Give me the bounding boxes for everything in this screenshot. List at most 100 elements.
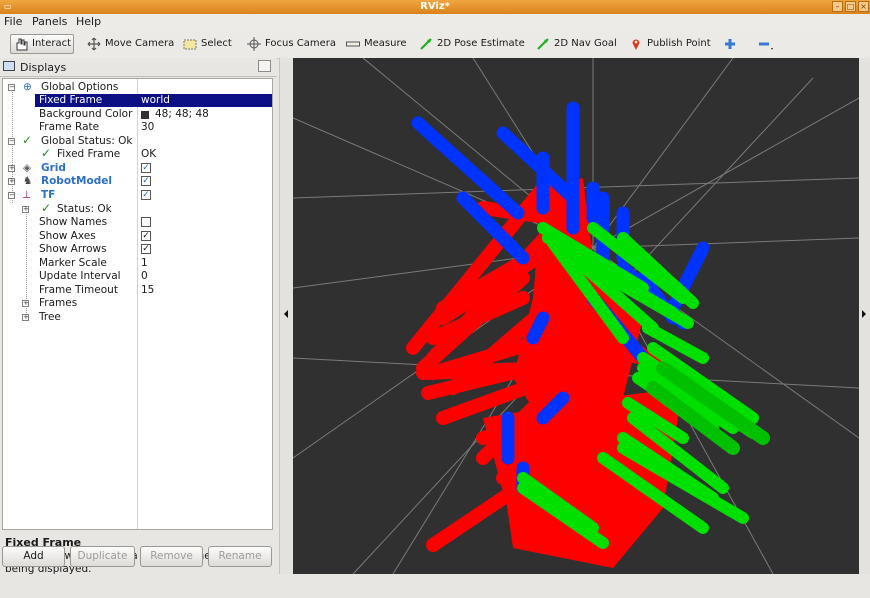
tool-select[interactable]: Select xyxy=(180,34,235,54)
row-name: Grid xyxy=(41,162,66,174)
menu-bar: File Panels Help xyxy=(0,14,870,30)
row-name: RobotModel xyxy=(41,175,112,187)
collapse-left-arrow-icon[interactable] xyxy=(284,310,288,318)
tool-label: Select xyxy=(201,38,232,49)
tool-publish-point[interactable]: Publish Point xyxy=(626,34,714,54)
tool-label: Focus Camera xyxy=(265,38,336,49)
update-interval-value[interactable]: 0 xyxy=(141,270,148,283)
remove-button[interactable]: Remove xyxy=(140,546,203,567)
expand-toggle[interactable]: + xyxy=(8,165,15,172)
tf-enabled-checkbox[interactable]: ✓ xyxy=(141,190,151,200)
tree-row-fixed-frame-status[interactable]: ✓ Fixed Frame OK xyxy=(3,146,272,161)
add-button[interactable]: Add xyxy=(2,546,65,567)
remove-tool-button[interactable] xyxy=(754,34,774,54)
tree-row-show-names[interactable]: Show Names xyxy=(3,216,272,229)
expand-toggle[interactable]: + xyxy=(22,300,29,307)
tool-label: 2D Pose Estimate xyxy=(437,38,525,49)
displays-panel-header: Displays xyxy=(0,58,277,77)
collapse-toggle[interactable]: − xyxy=(8,138,15,145)
right-splitter[interactable] xyxy=(859,58,870,574)
tool-measure[interactable]: Measure xyxy=(343,34,410,54)
robot-icon: ♞ xyxy=(23,175,33,187)
undock-button[interactable] xyxy=(258,60,271,72)
row-name: Frames xyxy=(39,297,78,309)
tree-row-tf-status[interactable]: + ✓ Status: Ok xyxy=(3,202,272,216)
displays-panel-title: Displays xyxy=(20,61,67,74)
tool-focus-camera[interactable]: Focus Camera xyxy=(244,34,339,54)
tool-move-camera[interactable]: Move Camera xyxy=(84,34,177,54)
show-names-checkbox[interactable] xyxy=(141,217,151,227)
expand-toggle[interactable]: + xyxy=(8,178,15,185)
left-splitter[interactable] xyxy=(279,58,294,574)
tool-label: Measure xyxy=(364,38,407,49)
grid-enabled-checkbox[interactable]: ✓ xyxy=(141,163,151,173)
crosshair-icon xyxy=(247,37,261,51)
show-arrows-checkbox[interactable]: ✓ xyxy=(141,244,151,254)
row-name: Fixed Frame xyxy=(39,94,103,106)
tree-row-marker-scale[interactable]: Marker Scale 1 xyxy=(3,257,272,270)
tree-row-robot-model[interactable]: + ♞ RobotModel ✓ xyxy=(3,175,272,188)
tree-row-show-arrows[interactable]: Show Arrows ✓ xyxy=(3,243,272,256)
tf-axes-icon: ⟂ xyxy=(23,189,31,201)
row-name: Marker Scale xyxy=(39,257,107,269)
row-name: Show Axes xyxy=(39,230,96,242)
minus-icon xyxy=(757,37,773,51)
menu-panels[interactable]: Panels xyxy=(32,15,67,29)
tool-label: Publish Point xyxy=(647,38,711,49)
tree-row-fixed-frame[interactable]: Fixed Frame world xyxy=(3,94,272,107)
hand-icon xyxy=(14,37,28,51)
tree-row-frame-timeout[interactable]: Frame Timeout 15 xyxy=(3,284,272,297)
tree-row-frame-rate[interactable]: Frame Rate 30 xyxy=(3,121,272,134)
window-title: RViz* xyxy=(420,1,450,12)
robot-model-enabled-checkbox[interactable]: ✓ xyxy=(141,176,151,186)
collapse-toggle[interactable]: − xyxy=(8,84,15,91)
3d-viewport[interactable] xyxy=(293,58,859,574)
expand-toggle[interactable]: + xyxy=(22,314,29,321)
color-swatch xyxy=(141,111,149,119)
add-tool-button[interactable] xyxy=(720,34,740,54)
maximize-button[interactable]: □ xyxy=(845,1,856,12)
check-icon: ✓ xyxy=(22,133,33,147)
fixed-frame-value[interactable]: world xyxy=(141,94,170,107)
duplicate-button[interactable]: Duplicate xyxy=(70,546,135,567)
tool-2d-pose-estimate[interactable]: 2D Pose Estimate xyxy=(416,34,528,54)
tree-row-global-options[interactable]: − ⊕ Global Options xyxy=(3,81,272,94)
window-title-bar: ▭ RViz* – □ × xyxy=(0,0,870,14)
row-name: Frame Rate xyxy=(39,121,100,133)
close-button[interactable]: × xyxy=(858,1,869,12)
collapse-toggle[interactable]: − xyxy=(8,192,15,199)
row-name: Tree xyxy=(39,311,61,323)
row-name: Update Interval xyxy=(39,270,121,282)
green-arrow-icon xyxy=(419,37,433,51)
displays-panel: Displays − ⊕ Global Options Fixed Frame … xyxy=(0,58,277,598)
tree-row-background-color[interactable]: Background Color 48; 48; 48 xyxy=(3,108,272,121)
menu-file[interactable]: File xyxy=(4,15,22,29)
plus-icon xyxy=(723,37,737,51)
tree-row-tree[interactable]: + Tree xyxy=(3,311,272,324)
rename-button[interactable]: Rename xyxy=(208,546,272,567)
row-name: Global Status: Ok xyxy=(41,135,133,147)
displays-tree: − ⊕ Global Options Fixed Frame world Bac… xyxy=(2,78,273,530)
tool-interact[interactable]: Interact xyxy=(10,34,74,54)
select-box-icon xyxy=(183,37,197,51)
row-name: Global Options xyxy=(41,81,119,93)
scene-render xyxy=(293,58,859,574)
background-color-value[interactable]: 48; 48; 48 xyxy=(155,108,209,121)
tool-label: Move Camera xyxy=(105,38,175,49)
marker-scale-value[interactable]: 1 xyxy=(141,257,148,270)
tree-row-grid[interactable]: + ◈ Grid ✓ xyxy=(3,162,272,175)
show-axes-checkbox[interactable]: ✓ xyxy=(141,231,151,241)
check-icon: ✓ xyxy=(41,146,52,160)
expand-right-arrow-icon[interactable] xyxy=(862,310,866,318)
monitor-icon xyxy=(3,61,15,71)
tree-row-show-axes[interactable]: Show Axes ✓ xyxy=(3,230,272,243)
globe-icon: ⊕ xyxy=(23,81,32,93)
tree-row-update-interval[interactable]: Update Interval 0 xyxy=(3,270,272,283)
tool-2d-nav-goal[interactable]: 2D Nav Goal xyxy=(533,34,620,54)
tree-row-frames[interactable]: + Frames xyxy=(3,297,272,310)
menu-help[interactable]: Help xyxy=(76,15,101,29)
frame-timeout-value[interactable]: 15 xyxy=(141,284,154,297)
frame-rate-value[interactable]: 30 xyxy=(141,121,154,134)
minimize-button[interactable]: – xyxy=(832,1,843,12)
expand-toggle[interactable]: + xyxy=(22,206,29,213)
